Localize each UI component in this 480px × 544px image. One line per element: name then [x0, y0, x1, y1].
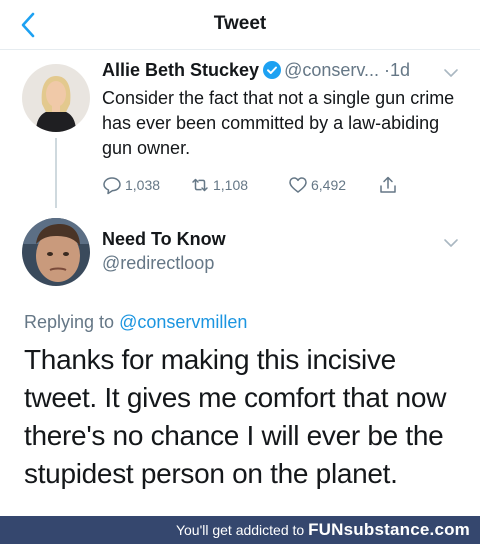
tweet1-time: 1d [390, 60, 411, 80]
retweet-button[interactable]: 1,108 [190, 172, 248, 198]
avatar-photo-icon [22, 64, 90, 132]
thread-line [55, 138, 57, 208]
tweet1-actions: 1,038 1,108 6,492 [102, 172, 412, 198]
page-title: Tweet [213, 13, 267, 34]
reply-count: 1,038 [125, 177, 161, 193]
tweet2-text: Thanks for making this incisive tweet. I… [24, 344, 447, 489]
reply-icon [103, 177, 121, 195]
share-button[interactable] [378, 172, 401, 198]
tweet1-header: Allie Beth Stuckey @conserv... ·1d [102, 60, 410, 86]
replying-to-prefix: Replying to [24, 312, 120, 332]
retweet-icon [192, 178, 208, 192]
share-icon [380, 176, 396, 193]
watermark-text: You'll get addicted to FUNsubstance.com [176, 520, 470, 540]
watermark-tagline: You'll get addicted to [175, 522, 309, 538]
like-button[interactable]: 6,492 [288, 172, 346, 198]
replying-to-link[interactable]: @conservmillen [119, 312, 247, 332]
caret-down-icon[interactable] [443, 238, 459, 248]
watermark-footer: You'll get addicted to FUNsubstance.com [0, 516, 480, 544]
reply-button[interactable]: 1,038 [102, 172, 160, 198]
tweet1-handle[interactable]: @conserv... [284, 60, 379, 80]
like-icon [289, 177, 307, 193]
watermark-brand: FUNsubstance.com [308, 520, 470, 539]
retweet-count: 1,108 [213, 177, 249, 193]
verified-badge-icon [263, 61, 282, 79]
avatar-need-to-know[interactable] [22, 218, 90, 286]
nav-bar: Tweet [0, 0, 480, 50]
tweet2-author-name[interactable]: Need To Know [102, 229, 226, 250]
caret-down-icon[interactable] [443, 68, 459, 78]
avatar-photo-icon [22, 218, 90, 286]
avatar-allie[interactable] [22, 64, 90, 132]
tweet1-text: Consider the fact that not a single gun … [102, 88, 455, 158]
like-count: 6,492 [311, 177, 347, 193]
tweet1-author-name[interactable]: Allie Beth Stuckey [102, 60, 259, 80]
tweet1-separator: · [379, 60, 391, 80]
replying-to-line: Replying to @conservmillen [24, 312, 247, 333]
tweet2-handle[interactable]: @redirectloop [102, 253, 214, 274]
